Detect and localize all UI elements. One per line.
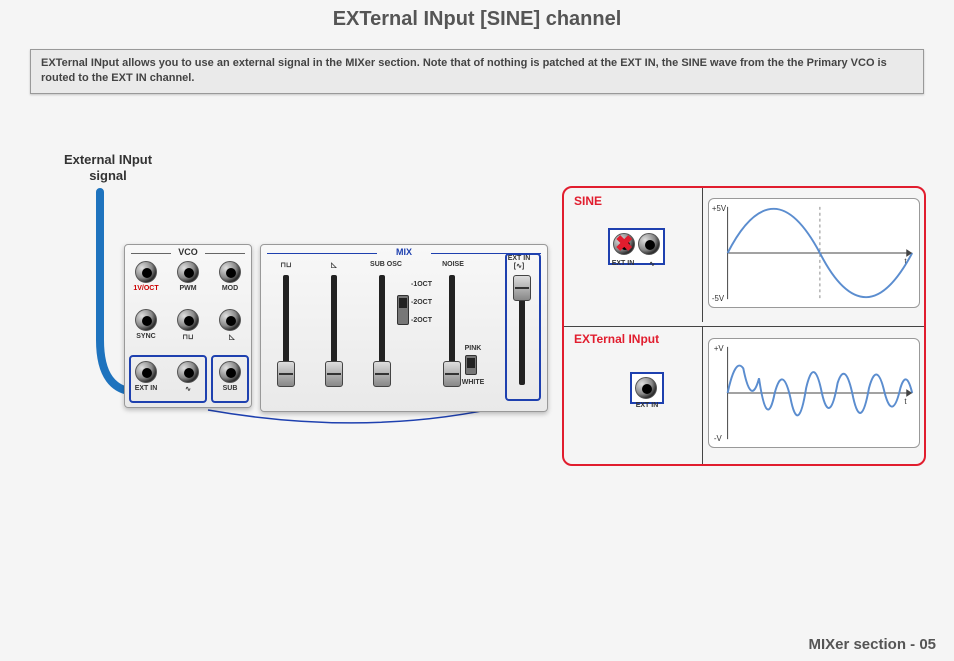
subosc-switch[interactable] <box>397 295 409 325</box>
mix-panel: MIX ⊓⊔ ◺ SUB OSC NOISE EXT IN[∿] -1OCT -… <box>260 244 548 412</box>
jack-sine-out[interactable] <box>177 361 199 383</box>
noise-white: WHITE <box>455 379 491 386</box>
ext-negv: -V <box>714 434 723 443</box>
jack-sync-label: SYNC <box>129 333 163 340</box>
jack-ext-in[interactable] <box>135 361 157 383</box>
mini-extin-label-2: EXT IN <box>628 402 666 409</box>
ext-wave-box: +V -V t <box>708 338 920 448</box>
diagram-divider-v-bot <box>702 326 703 464</box>
mix-extin-highlight <box>505 253 541 401</box>
fader-label-subosc: SUB OSC <box>361 261 411 268</box>
ext-wave-svg: +V -V t <box>709 339 919 447</box>
ext-posv: +V <box>714 344 725 353</box>
vco-header: VCO <box>125 247 251 257</box>
fader-pulse[interactable] <box>277 361 295 387</box>
jack-sync[interactable] <box>135 309 157 331</box>
jack-saw-out[interactable] <box>219 309 241 331</box>
noise-switch[interactable] <box>465 355 477 375</box>
noise-pink: PINK <box>459 345 487 352</box>
sine-wave-box: +5V -5V t <box>708 198 920 308</box>
jack-sine-icon: ∿ <box>173 385 203 393</box>
sine-wave-svg: +5V -5V t <box>709 199 919 307</box>
subosc-opt3: -2OCT <box>411 317 445 324</box>
jack-1voct[interactable] <box>135 261 157 283</box>
sine-title: SINE <box>574 194 602 208</box>
jack-sub-label: SUB <box>213 385 247 392</box>
jack-1voct-label: 1V/OCT <box>127 285 165 292</box>
jack-pulse-out[interactable] <box>177 309 199 331</box>
diagram-box: SINE ✖ EXT IN ∿ +5V -5V t EXTernal INput… <box>562 186 926 466</box>
jack-mod-label: MOD <box>213 285 247 292</box>
page-footer: MIXer section - 05 <box>808 636 936 653</box>
sine-pos5v: +5V <box>712 204 727 213</box>
sine-neg5v: -5V <box>712 294 725 303</box>
fader-label-saw: ◺ <box>319 261 349 269</box>
mini-extin-label-1: EXT IN <box>608 260 638 267</box>
fader-label-pulse: ⊓⊔ <box>271 261 301 269</box>
fader-sub[interactable] <box>373 361 391 387</box>
diagram-divider-v-top <box>702 188 703 322</box>
jack-mod[interactable] <box>219 261 241 283</box>
jack-pwm[interactable] <box>177 261 199 283</box>
jack-pulse-icon: ⊓⊔ <box>173 333 203 341</box>
vco-panel: VCO 1V/OCT PWM MOD SYNC ⊓⊔ ◺ EXT IN ∿ SU… <box>124 244 252 408</box>
mini-jack-extin <box>635 377 657 399</box>
fader-saw[interactable] <box>325 361 343 387</box>
ext-title: EXTernal INput <box>574 332 659 346</box>
ext-jack-box <box>630 372 664 404</box>
subosc-opt2: -2OCT <box>411 299 445 306</box>
mini-sine-icon: ∿ <box>640 260 664 268</box>
cross-icon: ✖ <box>615 231 633 257</box>
subosc-opt1: -1OCT <box>411 281 445 288</box>
jack-sub-out[interactable] <box>219 361 241 383</box>
jack-ext-in-label: EXT IN <box>127 385 165 392</box>
fader-label-noise: NOISE <box>433 261 473 268</box>
diagram-divider-h <box>564 326 924 327</box>
jack-pwm-label: PWM <box>171 285 205 292</box>
ext-t: t <box>904 397 907 406</box>
mini-jack-sine <box>638 233 660 255</box>
jack-saw-icon: ◺ <box>217 333 247 341</box>
